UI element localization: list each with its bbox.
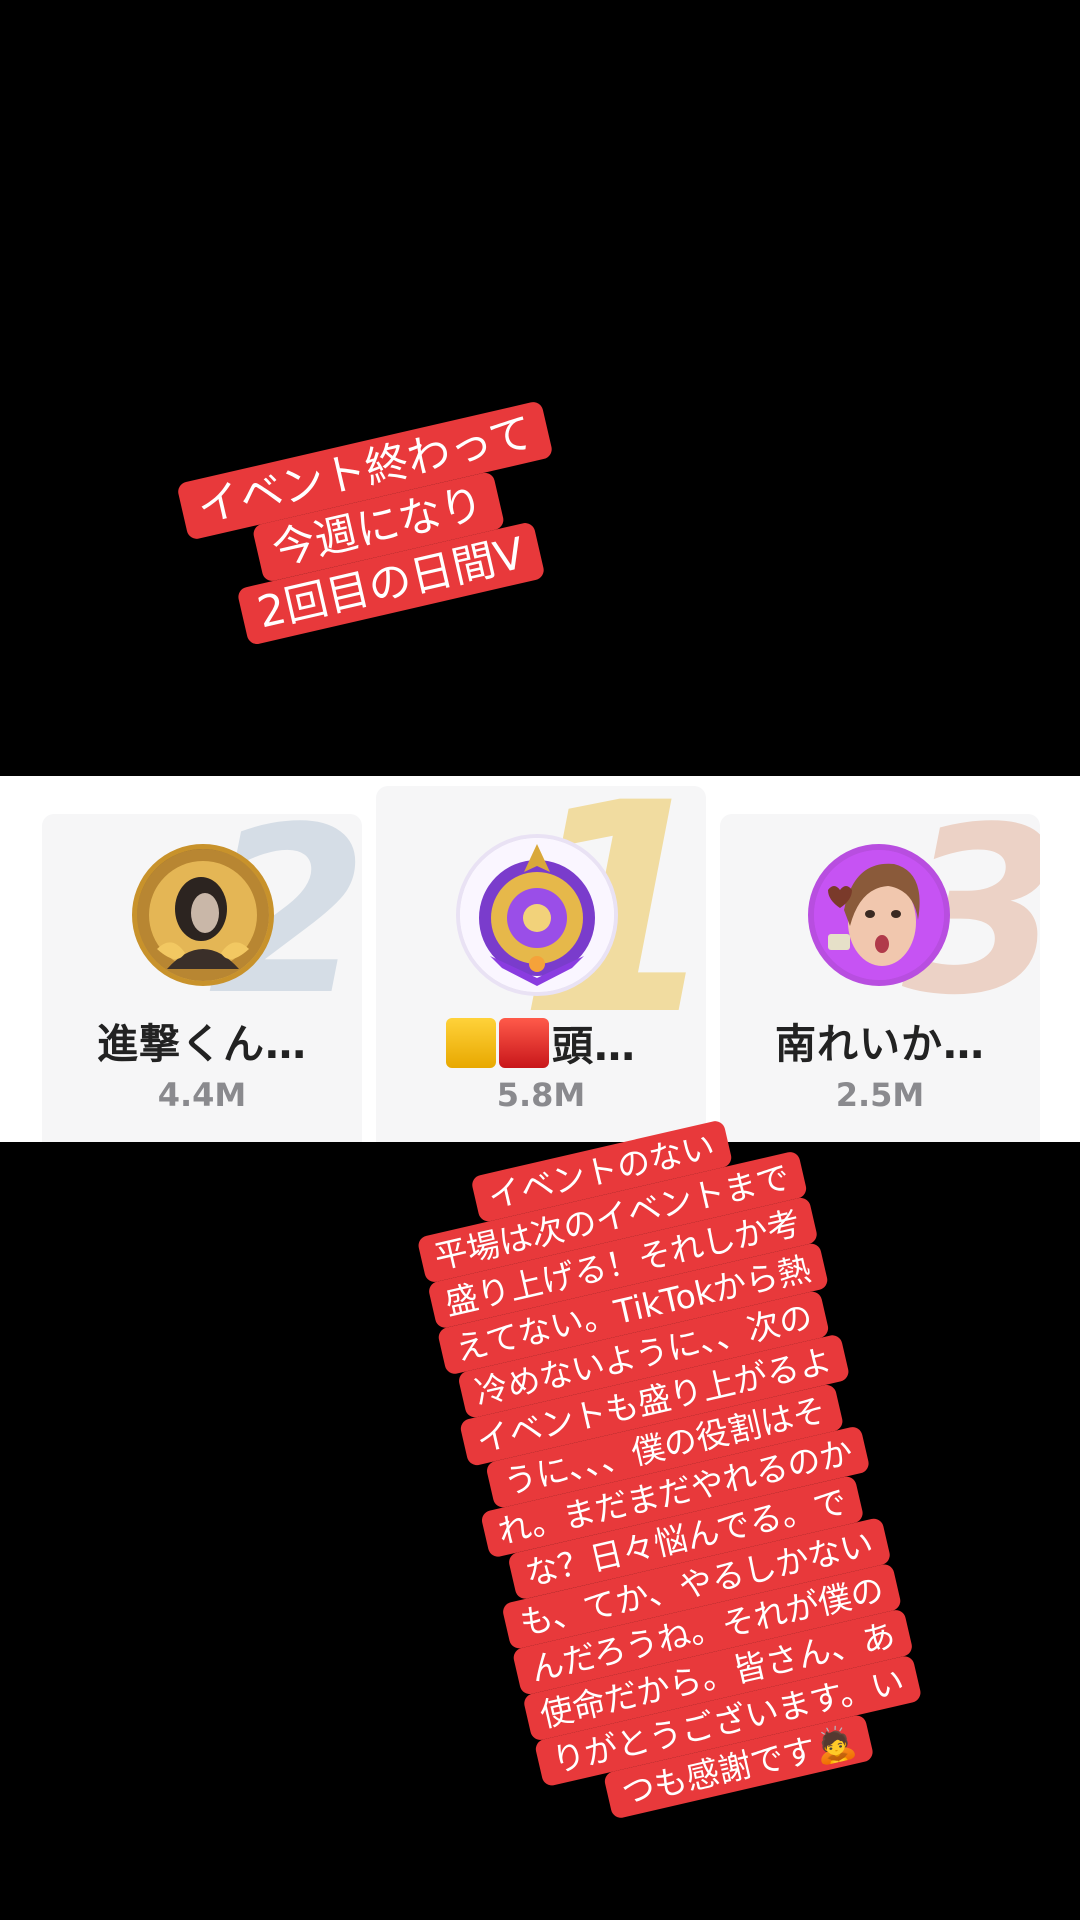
user-score: 4.4M — [157, 1076, 247, 1114]
leaderboard-card-rank-2[interactable]: 2 進撃くん… 4.4M — [42, 814, 362, 1142]
caption-sticker-top[interactable]: イベント終わって 今週になり 2回目の日間V — [164, 397, 593, 657]
leaderboard-strip: 2 進撃くん… 4.4M 1 — [0, 776, 1080, 1142]
woman-face-icon — [814, 850, 944, 980]
avatar[interactable] — [456, 834, 618, 996]
leaderboard-card-rank-3[interactable]: 3 南れいか… 2.5M — [720, 814, 1040, 1142]
caption-sticker-bottom[interactable]: イベントのない 平場は次のイベントまで 盛り上げる！それしか考 えてない。Tik… — [343, 1090, 998, 1848]
avatar[interactable] — [132, 844, 274, 986]
user-name: 頭… — [376, 1012, 706, 1072]
user-name-text: 頭… — [552, 1022, 636, 1070]
anime-character-icon — [137, 849, 269, 981]
emblem-icon — [460, 838, 614, 992]
yellow-square-emoji-icon — [446, 1018, 496, 1068]
red-square-emoji-icon — [499, 1018, 549, 1068]
leaderboard-card-rank-1[interactable]: 1 頭… 5.8M — [376, 786, 706, 1142]
user-name: 南れいか… — [775, 1020, 985, 1068]
avatar[interactable] — [808, 844, 950, 986]
user-score: 5.8M — [496, 1076, 586, 1114]
user-name: 進撃くん… — [97, 1020, 307, 1068]
